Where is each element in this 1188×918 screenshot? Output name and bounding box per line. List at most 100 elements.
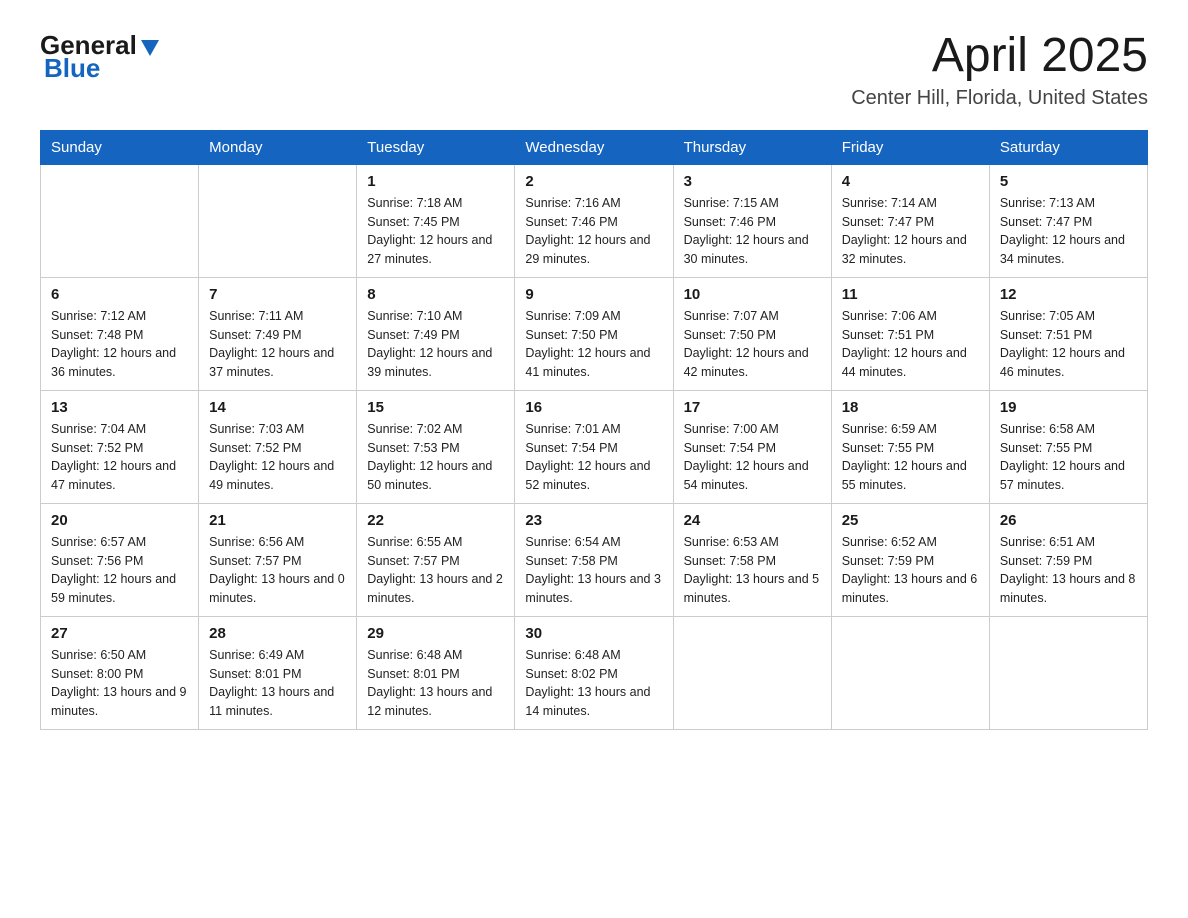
cell-day-number: 21: [209, 512, 346, 529]
cell-sun-info: Sunrise: 6:48 AMSunset: 8:01 PMDaylight:…: [367, 646, 504, 721]
cell-sun-info: Sunrise: 6:53 AMSunset: 7:58 PMDaylight:…: [684, 533, 821, 608]
calendar-cell: [199, 164, 357, 277]
calendar-cell: [831, 616, 989, 729]
cell-sun-info: Sunrise: 7:01 AMSunset: 7:54 PMDaylight:…: [525, 420, 662, 495]
title-section: April 2025 Center Hill, Florida, United …: [851, 30, 1148, 110]
cell-day-number: 12: [1000, 286, 1137, 303]
calendar-cell: 15 Sunrise: 7:02 AMSunset: 7:53 PMDayligh…: [357, 390, 515, 503]
calendar-cell: 26 Sunrise: 6:51 AMSunset: 7:59 PMDayligh…: [989, 503, 1147, 616]
cell-sun-info: Sunrise: 6:56 AMSunset: 7:57 PMDaylight:…: [209, 533, 346, 608]
calendar-cell: 24 Sunrise: 6:53 AMSunset: 7:58 PMDayligh…: [673, 503, 831, 616]
cell-sun-info: Sunrise: 6:52 AMSunset: 7:59 PMDaylight:…: [842, 533, 979, 608]
cell-day-number: 1: [367, 173, 504, 190]
calendar-cell: 14 Sunrise: 7:03 AMSunset: 7:52 PMDayligh…: [199, 390, 357, 503]
cell-sun-info: Sunrise: 6:49 AMSunset: 8:01 PMDaylight:…: [209, 646, 346, 721]
calendar-week-row: 13Sunrise: 7:04 AMSunset: 7:52 PMDayligh…: [41, 390, 1148, 503]
calendar-cell: 25 Sunrise: 6:52 AMSunset: 7:59 PMDayligh…: [831, 503, 989, 616]
calendar-cell: 21 Sunrise: 6:56 AMSunset: 7:57 PMDayligh…: [199, 503, 357, 616]
cell-sun-info: Sunrise: 7:15 AMSunset: 7:46 PMDaylight:…: [684, 194, 821, 269]
calendar-cell: 13Sunrise: 7:04 AMSunset: 7:52 PMDayligh…: [41, 390, 199, 503]
cell-sun-info: Sunrise: 7:06 AMSunset: 7:51 PMDaylight:…: [842, 307, 979, 382]
cell-sun-info: Sunrise: 7:11 AMSunset: 7:49 PMDaylight:…: [209, 307, 346, 382]
calendar-cell: 18 Sunrise: 6:59 AMSunset: 7:55 PMDayligh…: [831, 390, 989, 503]
cell-day-number: 2: [525, 173, 662, 190]
cell-day-number: 28: [209, 625, 346, 642]
cell-day-number: 3: [684, 173, 821, 190]
cell-day-number: 24: [684, 512, 821, 529]
cell-day-number: 17: [684, 399, 821, 416]
logo-block: General Blue: [40, 30, 161, 84]
cell-sun-info: Sunrise: 6:58 AMSunset: 7:55 PMDaylight:…: [1000, 420, 1137, 495]
cell-sun-info: Sunrise: 7:13 AMSunset: 7:47 PMDaylight:…: [1000, 194, 1137, 269]
calendar-cell: 11Sunrise: 7:06 AMSunset: 7:51 PMDayligh…: [831, 277, 989, 390]
calendar-cell: 10 Sunrise: 7:07 AMSunset: 7:50 PMDayligh…: [673, 277, 831, 390]
cell-sun-info: Sunrise: 6:57 AMSunset: 7:56 PMDaylight:…: [51, 533, 188, 608]
cell-day-number: 22: [367, 512, 504, 529]
cell-day-number: 5: [1000, 173, 1137, 190]
cell-sun-info: Sunrise: 7:10 AMSunset: 7:49 PMDaylight:…: [367, 307, 504, 382]
calendar-table: SundayMondayTuesdayWednesdayThursdayFrid…: [40, 130, 1148, 730]
calendar-cell: 12 Sunrise: 7:05 AMSunset: 7:51 PMDayligh…: [989, 277, 1147, 390]
calendar-cell: 8Sunrise: 7:10 AMSunset: 7:49 PMDaylight…: [357, 277, 515, 390]
calendar-week-row: 20 Sunrise: 6:57 AMSunset: 7:56 PMDayligh…: [41, 503, 1148, 616]
cell-sun-info: Sunrise: 7:02 AMSunset: 7:53 PMDaylight:…: [367, 420, 504, 495]
cell-day-number: 6: [51, 286, 188, 303]
cell-sun-info: Sunrise: 6:59 AMSunset: 7:55 PMDaylight:…: [842, 420, 979, 495]
calendar-cell: 19 Sunrise: 6:58 AMSunset: 7:55 PMDayligh…: [989, 390, 1147, 503]
cell-day-number: 29: [367, 625, 504, 642]
cell-sun-info: Sunrise: 7:14 AMSunset: 7:47 PMDaylight:…: [842, 194, 979, 269]
cell-day-number: 26: [1000, 512, 1137, 529]
weekday-header-wednesday: Wednesday: [515, 130, 673, 164]
calendar-cell: 7 Sunrise: 7:11 AMSunset: 7:49 PMDaylight…: [199, 277, 357, 390]
calendar-cell: 29 Sunrise: 6:48 AMSunset: 8:01 PMDayligh…: [357, 616, 515, 729]
calendar-cell: 3 Sunrise: 7:15 AMSunset: 7:46 PMDaylight…: [673, 164, 831, 277]
page-header: General Blue April 2025 Center Hill, Flo…: [40, 30, 1148, 110]
weekday-header-monday: Monday: [199, 130, 357, 164]
calendar-cell: 28 Sunrise: 6:49 AMSunset: 8:01 PMDayligh…: [199, 616, 357, 729]
cell-day-number: 10: [684, 286, 821, 303]
cell-day-number: 13: [51, 399, 188, 416]
weekday-header-saturday: Saturday: [989, 130, 1147, 164]
weekday-header-row: SundayMondayTuesdayWednesdayThursdayFrid…: [41, 130, 1148, 164]
cell-day-number: 19: [1000, 399, 1137, 416]
cell-sun-info: Sunrise: 7:09 AMSunset: 7:50 PMDaylight:…: [525, 307, 662, 382]
logo-blue-text: Blue: [44, 53, 100, 84]
cell-day-number: 7: [209, 286, 346, 303]
cell-day-number: 20: [51, 512, 188, 529]
weekday-header-sunday: Sunday: [41, 130, 199, 164]
cell-sun-info: Sunrise: 7:16 AMSunset: 7:46 PMDaylight:…: [525, 194, 662, 269]
cell-sun-info: Sunrise: 7:03 AMSunset: 7:52 PMDaylight:…: [209, 420, 346, 495]
calendar-week-row: 27Sunrise: 6:50 AMSunset: 8:00 PMDayligh…: [41, 616, 1148, 729]
cell-day-number: 25: [842, 512, 979, 529]
cell-day-number: 16: [525, 399, 662, 416]
cell-day-number: 14: [209, 399, 346, 416]
calendar-cell: 20 Sunrise: 6:57 AMSunset: 7:56 PMDayligh…: [41, 503, 199, 616]
calendar-cell: 1 Sunrise: 7:18 AMSunset: 7:45 PMDaylight…: [357, 164, 515, 277]
cell-sun-info: Sunrise: 6:50 AMSunset: 8:00 PMDaylight:…: [51, 646, 188, 721]
calendar-cell: 16 Sunrise: 7:01 AMSunset: 7:54 PMDayligh…: [515, 390, 673, 503]
calendar-week-row: 6Sunrise: 7:12 AMSunset: 7:48 PMDaylight…: [41, 277, 1148, 390]
calendar-cell: 17Sunrise: 7:00 AMSunset: 7:54 PMDayligh…: [673, 390, 831, 503]
calendar-cell: 5 Sunrise: 7:13 AMSunset: 7:47 PMDaylight…: [989, 164, 1147, 277]
cell-sun-info: Sunrise: 7:18 AMSunset: 7:45 PMDaylight:…: [367, 194, 504, 269]
calendar-cell: 4Sunrise: 7:14 AMSunset: 7:47 PMDaylight…: [831, 164, 989, 277]
weekday-header-thursday: Thursday: [673, 130, 831, 164]
cell-sun-info: Sunrise: 7:05 AMSunset: 7:51 PMDaylight:…: [1000, 307, 1137, 382]
cell-sun-info: Sunrise: 6:54 AMSunset: 7:58 PMDaylight:…: [525, 533, 662, 608]
cell-day-number: 15: [367, 399, 504, 416]
logo-triangle-icon: [139, 36, 161, 58]
weekday-header-tuesday: Tuesday: [357, 130, 515, 164]
cell-sun-info: Sunrise: 7:07 AMSunset: 7:50 PMDaylight:…: [684, 307, 821, 382]
cell-sun-info: Sunrise: 6:51 AMSunset: 7:59 PMDaylight:…: [1000, 533, 1137, 608]
month-title: April 2025: [851, 30, 1148, 83]
calendar-cell: 22 Sunrise: 6:55 AMSunset: 7:57 PMDayligh…: [357, 503, 515, 616]
calendar-cell: 30Sunrise: 6:48 AMSunset: 8:02 PMDayligh…: [515, 616, 673, 729]
cell-sun-info: Sunrise: 6:48 AMSunset: 8:02 PMDaylight:…: [525, 646, 662, 721]
calendar-cell: 27Sunrise: 6:50 AMSunset: 8:00 PMDayligh…: [41, 616, 199, 729]
cell-day-number: 18: [842, 399, 979, 416]
calendar-cell: 2 Sunrise: 7:16 AMSunset: 7:46 PMDaylight…: [515, 164, 673, 277]
cell-sun-info: Sunrise: 6:55 AMSunset: 7:57 PMDaylight:…: [367, 533, 504, 608]
calendar-cell: 23Sunrise: 6:54 AMSunset: 7:58 PMDayligh…: [515, 503, 673, 616]
calendar-cell: [673, 616, 831, 729]
calendar-week-row: 1 Sunrise: 7:18 AMSunset: 7:45 PMDaylight…: [41, 164, 1148, 277]
